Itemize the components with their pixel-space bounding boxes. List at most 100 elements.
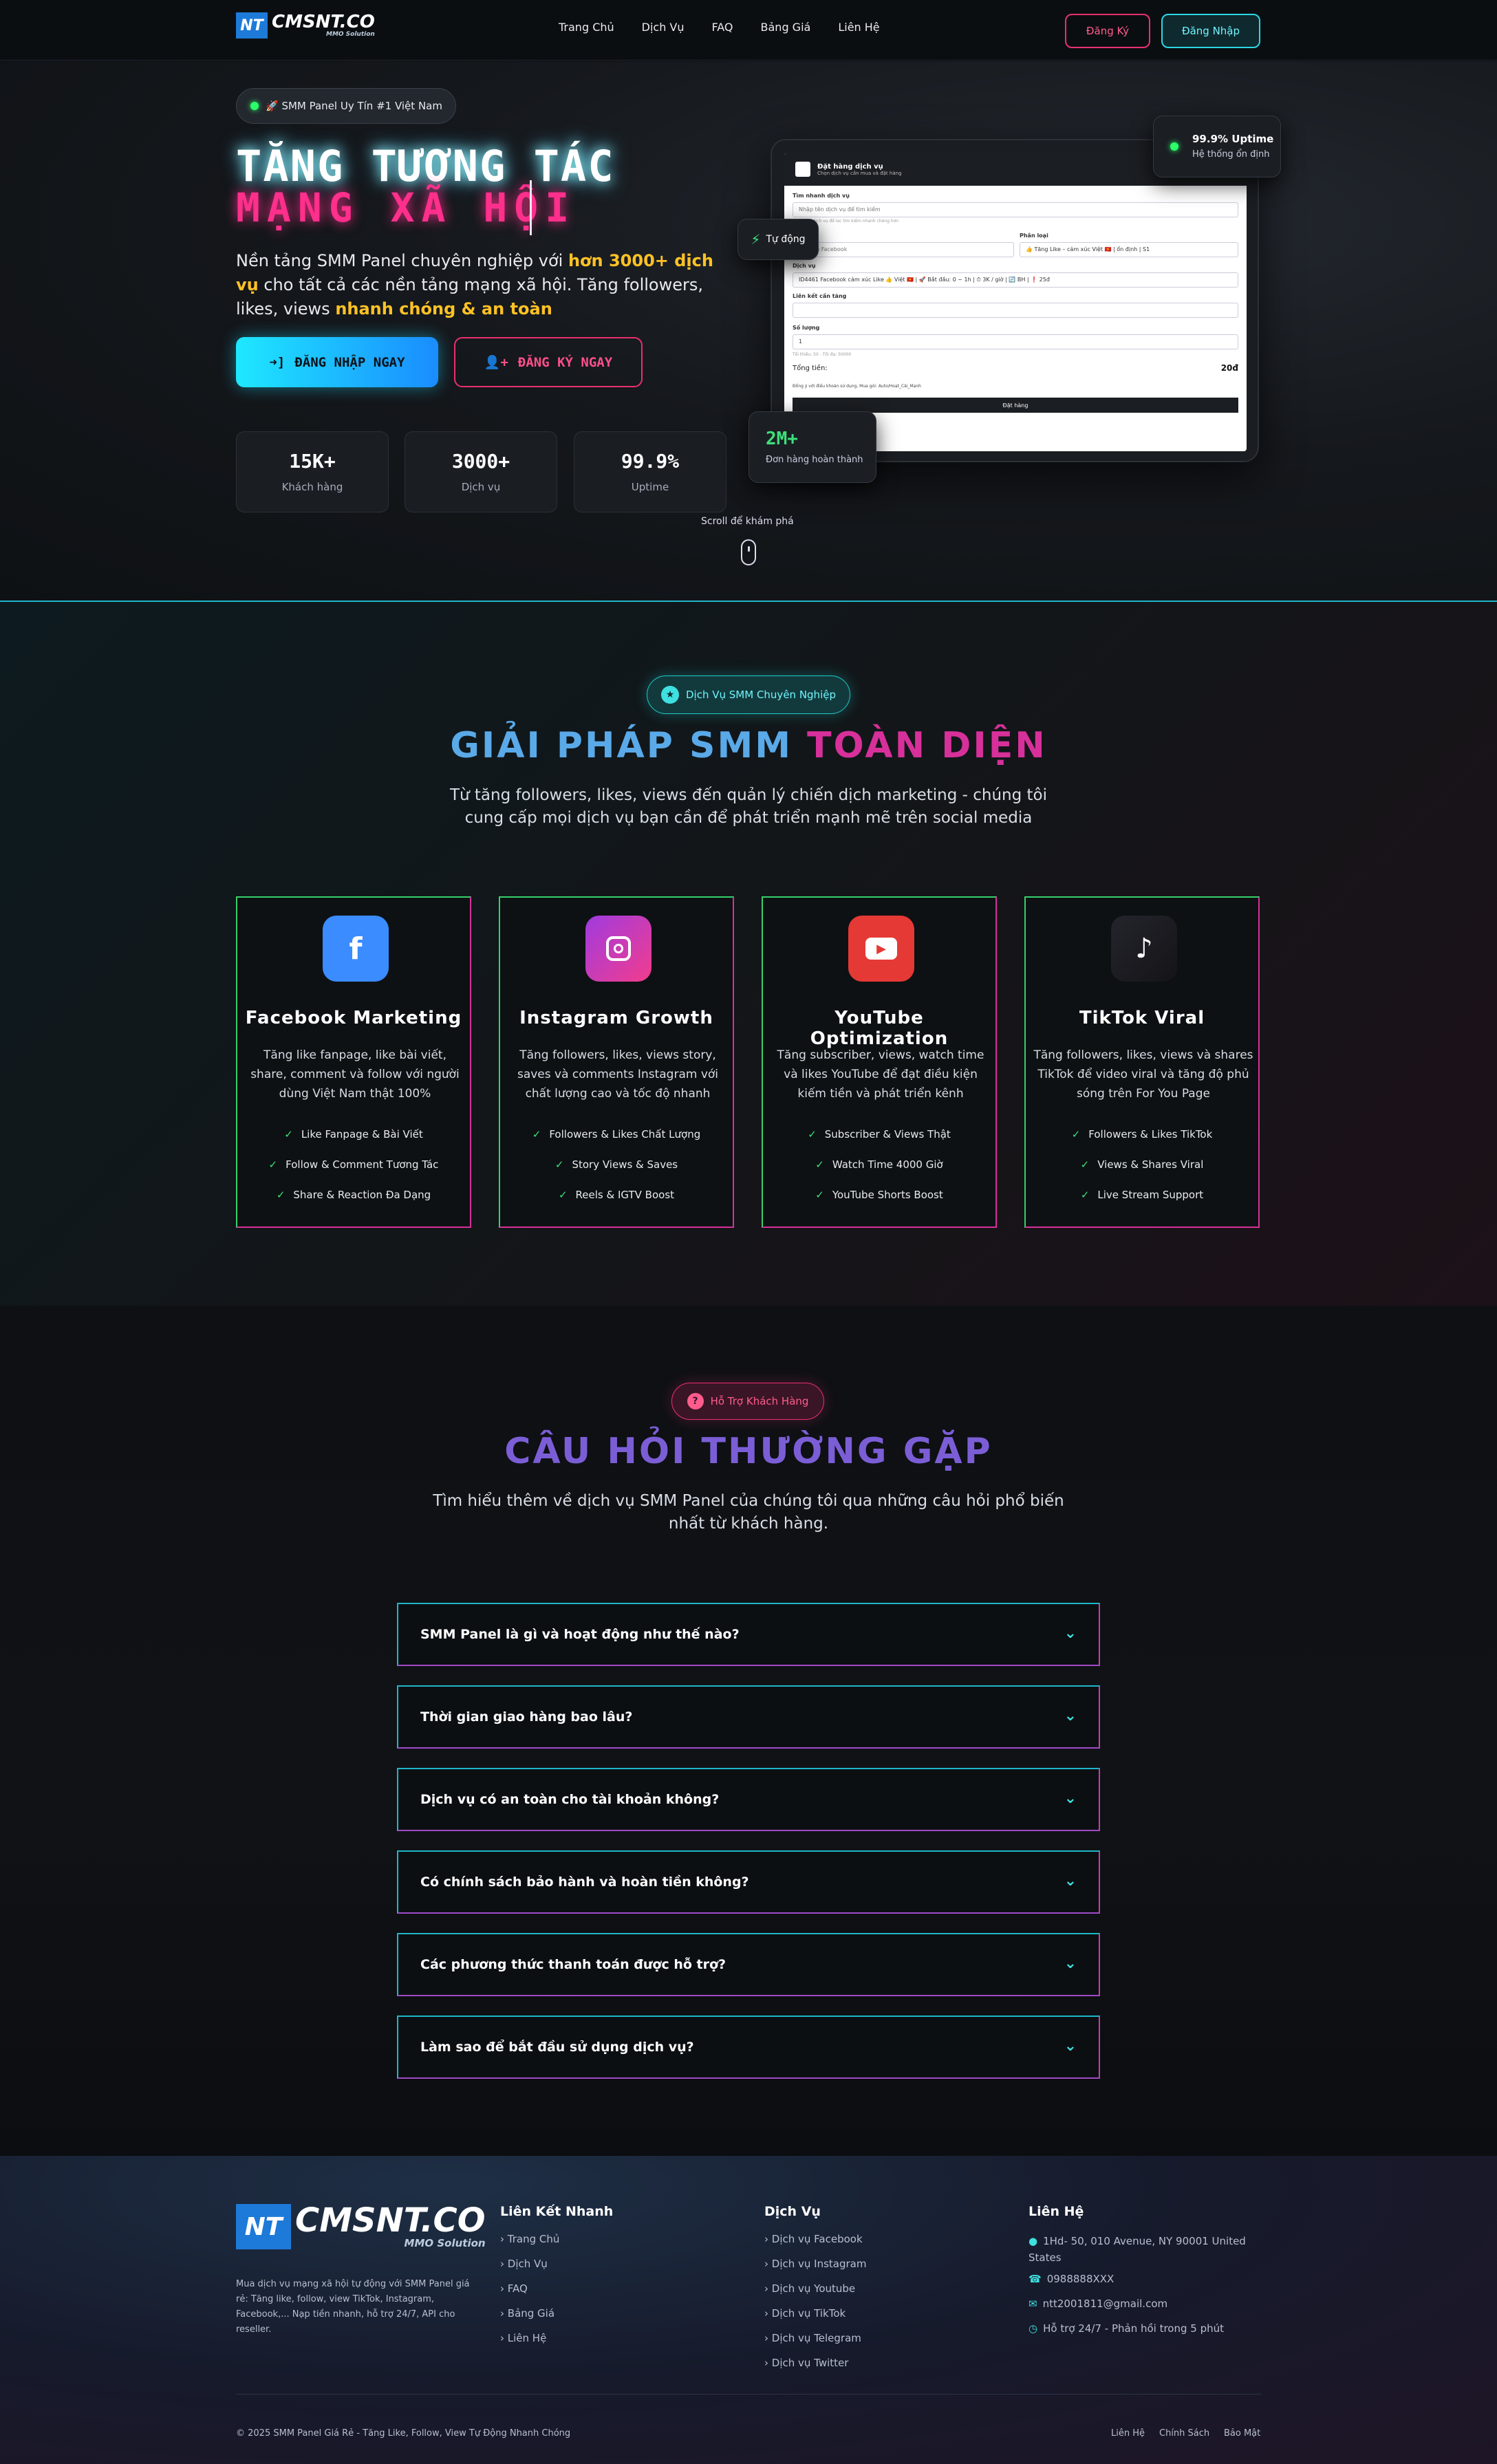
logo-text: CMSNT.CO — [272, 12, 375, 32]
footer-quick-link[interactable]: › Bảng Giá — [500, 2307, 554, 2320]
faq-item[interactable]: SMM Panel là gì và hoạt động như thế nào… — [397, 1603, 1100, 1666]
hero-lead-highlight-2: nhanh chóng & an toàn — [335, 299, 552, 318]
uptime-card: 99.9% Uptime Hệ thống ổn định — [1153, 116, 1281, 177]
faq-title: CÂU HỎI THƯỜNG GẶP — [504, 1431, 993, 1472]
nav-link-services[interactable]: Dịch Vụ — [642, 21, 685, 34]
footer-about: Mua dịch vụ mạng xã hội tự động với SMM … — [236, 2279, 470, 2335]
footer-bottom-link-privacy[interactable]: Bảo Mật — [1224, 2428, 1260, 2439]
footer-link-label: Liên Hệ — [507, 2332, 547, 2344]
services-title-b: TOÀN DIỆN — [807, 725, 1047, 766]
footer-email[interactable]: ✉ ntt2001811@gmail.com — [1028, 2298, 1167, 2310]
tiktok-icon: ♪ — [1111, 916, 1177, 982]
sign-in-icon: ➜] — [269, 354, 286, 370]
footer-bottom-link-policy[interactable]: Chính Sách — [1159, 2428, 1209, 2439]
footer-service-link[interactable]: › Dịch vụ Instagram — [764, 2258, 866, 2270]
check-icon: ✓ — [558, 1189, 568, 1201]
uptime-card-sub: Hệ thống ổn định — [1192, 149, 1270, 160]
mock-submit-button: Đặt hàng — [793, 398, 1238, 413]
card-feature: ✓ Follow & Comment Tương Tác — [237, 1158, 470, 1171]
hero-badge-text: 🚀 SMM Panel Uy Tín #1 Việt Nam — [266, 100, 442, 112]
orders-label: Đơn hàng hoàn thành — [766, 455, 863, 465]
faq-question: Làm sao để bắt đầu sử dụng dịch vụ? — [420, 2040, 694, 2055]
card-feature: ✓ Followers & Likes TikTok — [1026, 1128, 1258, 1141]
top-navbar: NT CMSNT.CO MMO Solution Trang Chủ Dịch … — [0, 0, 1497, 61]
logo-text: CMSNT.CO — [295, 2201, 486, 2240]
footer-phone[interactable]: ☎ 0988888XXX — [1028, 2273, 1114, 2285]
footer-service-link[interactable]: › Dịch vụ TikTok — [764, 2307, 846, 2320]
card-feature: ✓ Reels & IGTV Boost — [500, 1189, 733, 1201]
check-icon: ✓ — [815, 1158, 824, 1171]
services-title: GIẢI PHÁP SMM TOÀN DIỆN — [0, 725, 1497, 766]
footer-bottom-link-contact[interactable]: Liên Hệ — [1111, 2428, 1145, 2439]
mockup-subtitle: Chọn dịch vụ cần mua và đặt hàng — [817, 170, 902, 176]
nav-links: Trang Chủ Dịch Vụ FAQ Bảng Giá Liên Hệ — [559, 21, 880, 34]
footer-quick-link[interactable]: › Liên Hệ — [500, 2332, 546, 2344]
footer-logo[interactable]: NT CMSNT.CO MMO Solution — [236, 2204, 486, 2249]
auto-card-label: Tự động — [766, 234, 806, 245]
card-feature-label: Followers & Likes TikTok — [1088, 1128, 1213, 1141]
card-feature: ✓ YouTube Shorts Boost — [763, 1189, 995, 1201]
card-desc: Tăng like fanpage, like bài viết, share,… — [250, 1048, 460, 1101]
services-title-a: GIẢI PHÁP SMM — [450, 725, 793, 766]
mouse-scroll-icon[interactable] — [741, 539, 756, 565]
card-feature-label: Like Fanpage & Bài Viết — [301, 1128, 423, 1141]
scroll-hint: Scroll để khám phá — [701, 516, 794, 527]
footer-service-link[interactable]: › Dịch vụ Twitter — [764, 2357, 848, 2369]
card-feature-label: Follow & Comment Tương Tác — [286, 1158, 439, 1171]
cta-login-button[interactable]: ➜] ĐĂNG NHẬP NGAY — [236, 337, 438, 387]
user-plus-icon: 👤+ — [484, 355, 508, 370]
footer-quick-link[interactable]: › Trang Chủ — [500, 2233, 559, 2245]
card-feature: ✓ Story Views & Saves — [500, 1158, 733, 1171]
card-title: Facebook Marketing — [245, 1008, 462, 1028]
footer-address: ● 1Hd- 50, 010 Avenue, NY 90001 United St… — [1028, 2233, 1262, 2266]
login-button[interactable]: Đăng Nhập — [1161, 14, 1260, 48]
service-card-tiktok[interactable]: ♪ TikTok Viral Tăng followers, likes, vi… — [1024, 896, 1260, 1228]
cart-icon — [795, 162, 810, 177]
check-icon: ✓ — [532, 1128, 541, 1141]
nav-link-pricing[interactable]: Bảng Giá — [761, 21, 811, 34]
nav-link-contact[interactable]: Liên Hệ — [838, 21, 879, 34]
cta-register-button[interactable]: 👤+ ĐĂNG KÝ NGAY — [454, 337, 643, 387]
logo-mark-icon: NT — [236, 2204, 291, 2249]
faq-subtitle: Tìm hiểu thêm về dịch vụ SMM Panel của c… — [433, 1492, 1064, 1533]
footer-service-link[interactable]: › Dịch vụ Telegram — [764, 2332, 861, 2344]
nav-link-home[interactable]: Trang Chủ — [559, 21, 614, 34]
faq-item[interactable]: Dịch vụ có an toàn cho tài khoản không? ⌄ — [397, 1768, 1100, 1831]
service-card-instagram[interactable]: Instagram Growth Tăng followers, likes, … — [499, 896, 734, 1228]
services-badge-text: Dịch Vụ SMM Chuyên Nghiệp — [686, 689, 836, 701]
cta-login-label: ĐĂNG NHẬP NGAY — [294, 354, 405, 370]
hero-lead-text: Nền tảng SMM Panel chuyên nghiệp với — [236, 251, 568, 270]
nav-link-faq[interactable]: FAQ — [712, 21, 733, 34]
phone-icon: ☎ — [1028, 2273, 1042, 2285]
footer-link-label: Dịch vụ Facebook — [771, 2233, 863, 2245]
check-icon: ✓ — [284, 1128, 293, 1141]
footer-quick-link[interactable]: › FAQ — [500, 2282, 528, 2295]
footer-quick-link[interactable]: › Dịch Vụ — [500, 2258, 548, 2270]
footer-link-label: Dịch vụ TikTok — [771, 2307, 846, 2320]
card-feature: ✓ Watch Time 4000 Giờ — [763, 1158, 995, 1171]
mock-qty-input: 1 — [793, 334, 1238, 349]
footer-link-label: Dịch Vụ — [507, 2258, 548, 2270]
check-icon: ✓ — [808, 1128, 817, 1141]
footer-link-label: Trang Chủ — [507, 2233, 560, 2245]
service-card-facebook[interactable]: f Facebook Marketing Tăng like fanpage, … — [236, 896, 471, 1228]
card-feature-label: Followers & Likes Chất Lượng — [549, 1128, 701, 1141]
footer-service-link[interactable]: › Dịch vụ Youtube — [764, 2282, 855, 2295]
card-desc: Tăng followers, likes, views story, save… — [517, 1048, 719, 1101]
stat-value: 99.9% — [621, 450, 680, 473]
register-button[interactable]: Đăng Ký — [1065, 14, 1150, 48]
faq-question: SMM Panel là gì và hoạt động như thế nào… — [420, 1627, 740, 1642]
site-logo[interactable]: NT CMSNT.CO MMO Solution — [236, 12, 375, 39]
faq-badge: ? Hỗ Trợ Khách Hàng — [671, 1383, 824, 1420]
faq-item[interactable]: Các phương thức thanh toán được hỗ trợ? ⌄ — [397, 1933, 1100, 1996]
faq-item[interactable]: Thời gian giao hàng bao lâu? ⌄ — [397, 1685, 1100, 1749]
service-card-youtube[interactable]: ▶ YouTube Optimization Tăng subscriber, … — [762, 896, 997, 1228]
footer-service-link[interactable]: › Dịch vụ Facebook — [764, 2233, 863, 2245]
star-icon: ★ — [661, 686, 679, 704]
faq-item[interactable]: Có chính sách bảo hành và hoàn tiền khôn… — [397, 1850, 1100, 1914]
mock-service-select: ID4461 Facebook cảm xúc Like 👍 Việt 🇻🇳 |… — [793, 272, 1238, 288]
check-icon: ✓ — [1080, 1189, 1090, 1201]
check-icon: ✓ — [815, 1189, 824, 1201]
faq-item[interactable]: Làm sao để bắt đầu sử dụng dịch vụ? ⌄ — [397, 2015, 1100, 2079]
card-desc: Tăng subscriber, views, watch time và li… — [777, 1048, 984, 1101]
